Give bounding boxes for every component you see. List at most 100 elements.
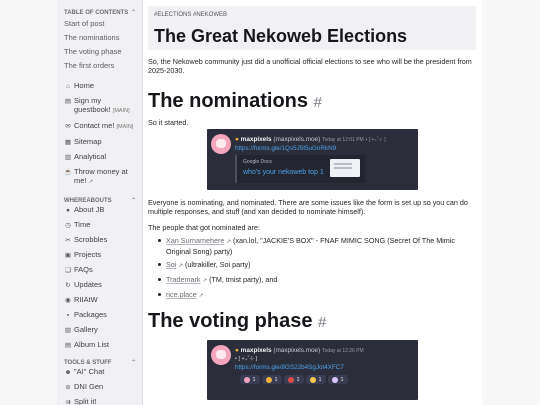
- anchor-link[interactable]: #: [314, 94, 322, 111]
- sidebar: TABLE OF CONTENTS ⌃ Start of post The nom…: [57, 0, 143, 405]
- chevron-up-icon: ⌃: [130, 360, 136, 366]
- sidebar-item-projects[interactable]: ▣ Projects: [57, 250, 142, 260]
- whereabouts-header[interactable]: WHEREABOUTS ⌃: [57, 196, 142, 205]
- reaction-count: 1: [340, 376, 344, 383]
- label-text: Sitemap: [74, 137, 102, 146]
- faq-icon: ❑: [65, 267, 71, 274]
- sidebar-item-label: FAQs: [74, 265, 139, 274]
- toc-link[interactable]: The nominations: [57, 31, 142, 45]
- sidebar-item-contact-me[interactable]: ✉ Contact me! [MAIN]: [57, 121, 142, 132]
- people-intro: The people that got nominated are:: [148, 223, 260, 232]
- item-tag: [MAIN]: [112, 108, 130, 114]
- post-tags[interactable]: #ELECTIONS #NEKOWEB: [154, 12, 227, 18]
- form-link[interactable]: https://forms.gle/8GS22b4SgJot4XFC7: [235, 364, 344, 371]
- nominee-item: Trademark ↗ (TM, tmist party), and: [158, 275, 476, 286]
- nominee-link[interactable]: Trademark: [166, 275, 200, 284]
- clock-icon: ◷: [65, 222, 71, 229]
- nominee-link[interactable]: rice.place: [166, 290, 197, 299]
- reaction-icon: [332, 376, 339, 383]
- sidebar-item-analytical[interactable]: ▥ Analytical: [57, 152, 142, 162]
- external-link-icon: ↗: [198, 293, 204, 299]
- sidebar-item-about-jb[interactable]: ● About JB: [57, 205, 142, 215]
- reaction-button[interactable]: 1: [306, 375, 326, 384]
- home-icon: ⌂: [66, 83, 70, 90]
- label-text: Album List: [74, 340, 110, 349]
- sidebar-item-dni-gen[interactable]: ⊘ DNI Gen: [57, 382, 142, 392]
- right-gutter: [482, 0, 540, 405]
- sidebar-item-packages[interactable]: ▪ Packages: [57, 310, 142, 320]
- discord-screenshot-voting: ● maxpixels (maxpixels.moe) Today at 12:…: [207, 340, 418, 400]
- label-text: Contact me!: [74, 121, 115, 130]
- label-text: "AI" Chat: [74, 367, 105, 376]
- toc-header[interactable]: TABLE OF CONTENTS ⌃: [57, 8, 142, 17]
- sidebar-item-label: "AI" Chat: [74, 367, 139, 376]
- sidebar-item-sitemap[interactable]: ▦ Sitemap: [57, 137, 142, 147]
- label-text: RIIAtW: [74, 295, 98, 304]
- reaction-icon: [244, 376, 251, 383]
- nominee-description: (ultrakiller, Soi party): [185, 260, 251, 269]
- discord-screenshot-nominations: ● maxpixels (maxpixels.moe) Today at 12:…: [207, 129, 418, 190]
- sidebar-item-throw-money-at-me[interactable]: ☕ Throw money at me! ↗: [57, 167, 142, 187]
- updates-icon: ↻: [65, 282, 71, 289]
- started-paragraph: So it started.: [148, 118, 189, 127]
- tools-list: ☻"AI" Chat⊘DNI Gen⇉Split it!◐Nekobox [MA…: [57, 367, 142, 405]
- anchor-link[interactable]: #: [318, 314, 326, 331]
- sidebar-item-ai-chat[interactable]: ☻ "AI" Chat: [57, 367, 142, 377]
- tools-header[interactable]: TOOLS & STUFF ⌃: [57, 358, 142, 367]
- label-text: Packages: [74, 310, 107, 319]
- nominee-list: Xan Surnamehere ↗ (xan.lol, "JACKIE'S BO…: [158, 236, 476, 305]
- left-gutter: [0, 0, 57, 405]
- heading-nominations: The nominations #: [148, 90, 322, 112]
- sidebar-item-album-list[interactable]: ▤ Album List: [57, 340, 142, 350]
- toc-link[interactable]: The voting phase: [57, 45, 142, 59]
- sidebar-item-updates[interactable]: ↻ Updates: [57, 280, 142, 290]
- sidebar-item-split-it[interactable]: ⇉ Split it!: [57, 397, 142, 405]
- sidebar-item-label: Gallery: [74, 325, 139, 334]
- sidebar-item-faqs[interactable]: ❑ FAQs: [57, 265, 142, 275]
- reaction-button[interactable]: 1: [240, 375, 260, 384]
- user-icon: ●: [66, 207, 70, 214]
- discord-username: ● maxpixels (maxpixels.moe) Today at 12:…: [235, 347, 364, 354]
- nominee-link[interactable]: Soi: [166, 260, 176, 269]
- sidebar-item-label: Updates: [74, 280, 139, 289]
- toc-list: Start of post The nominations The voting p…: [57, 17, 142, 73]
- label-text: Gallery: [74, 325, 98, 334]
- sidebar-item-gallery[interactable]: ▧ Gallery: [57, 325, 142, 335]
- reaction-button[interactable]: 1: [284, 375, 304, 384]
- post-content: #ELECTIONS #NEKOWEB The Great Nekoweb El…: [148, 0, 478, 405]
- split-icon: ⇉: [65, 399, 71, 405]
- rss-icon: ◉: [65, 297, 71, 304]
- label-text: Throw money at me!: [74, 167, 128, 185]
- dni-icon: ⊘: [65, 384, 71, 391]
- sidebar-item-label: Packages: [74, 310, 139, 319]
- toc-link[interactable]: Start of post: [57, 17, 142, 31]
- label-text: Sign my guestbook!: [74, 96, 111, 114]
- whereabouts-list: ● About JB ◷ Time ✂ Scrobbles ▣ Projects ❑ FAQs ↻ U…: [57, 205, 142, 350]
- intro-paragraph: So, the Nekoweb community just did a uno…: [148, 57, 472, 75]
- sidebar-item-sign-my-guestbook[interactable]: ▤ Sign my guestbook! [MAIN]: [57, 96, 142, 116]
- sidebar-item-scrobbles[interactable]: ✂ Scrobbles: [57, 235, 142, 245]
- reaction-button[interactable]: 1: [328, 375, 348, 384]
- reaction-button[interactable]: 1: [262, 375, 282, 384]
- sitemap-icon: ▦: [64, 139, 72, 146]
- link-embed: Google Docs who's your nekoweb top 1: [235, 155, 365, 183]
- reaction-count: 1: [296, 376, 300, 383]
- analytics-icon: ▥: [64, 154, 72, 161]
- sidebar-item-riiatw[interactable]: ◉ RIIAtW: [57, 295, 142, 305]
- sidebar-item-label: Scrobbles: [74, 235, 139, 244]
- reaction-icon: [288, 376, 295, 383]
- avatar: [211, 345, 231, 365]
- embed-title[interactable]: who's your nekoweb top 1: [243, 169, 324, 176]
- form-link[interactable]: https://forms.gle/1Qs5J5t5uGnRkN9: [235, 145, 336, 152]
- item-tag: [MAIN]: [116, 124, 134, 130]
- reaction-count: 1: [318, 376, 322, 383]
- money-icon: ☕: [64, 169, 73, 176]
- gallery-icon: ▧: [64, 327, 72, 334]
- sidebar-item-home[interactable]: ⌂ Home: [57, 81, 142, 91]
- guestbook-icon: ▤: [64, 98, 72, 105]
- nominee-link[interactable]: Xan Surnamehere: [166, 236, 224, 245]
- nav-list: ⌂ Home ▤ Sign my guestbook! [MAIN] ✉ Contact …: [57, 81, 142, 187]
- sidebar-item-time[interactable]: ◷ Time: [57, 220, 142, 230]
- toc-link[interactable]: The first orders: [57, 59, 142, 73]
- avatar: [211, 134, 231, 154]
